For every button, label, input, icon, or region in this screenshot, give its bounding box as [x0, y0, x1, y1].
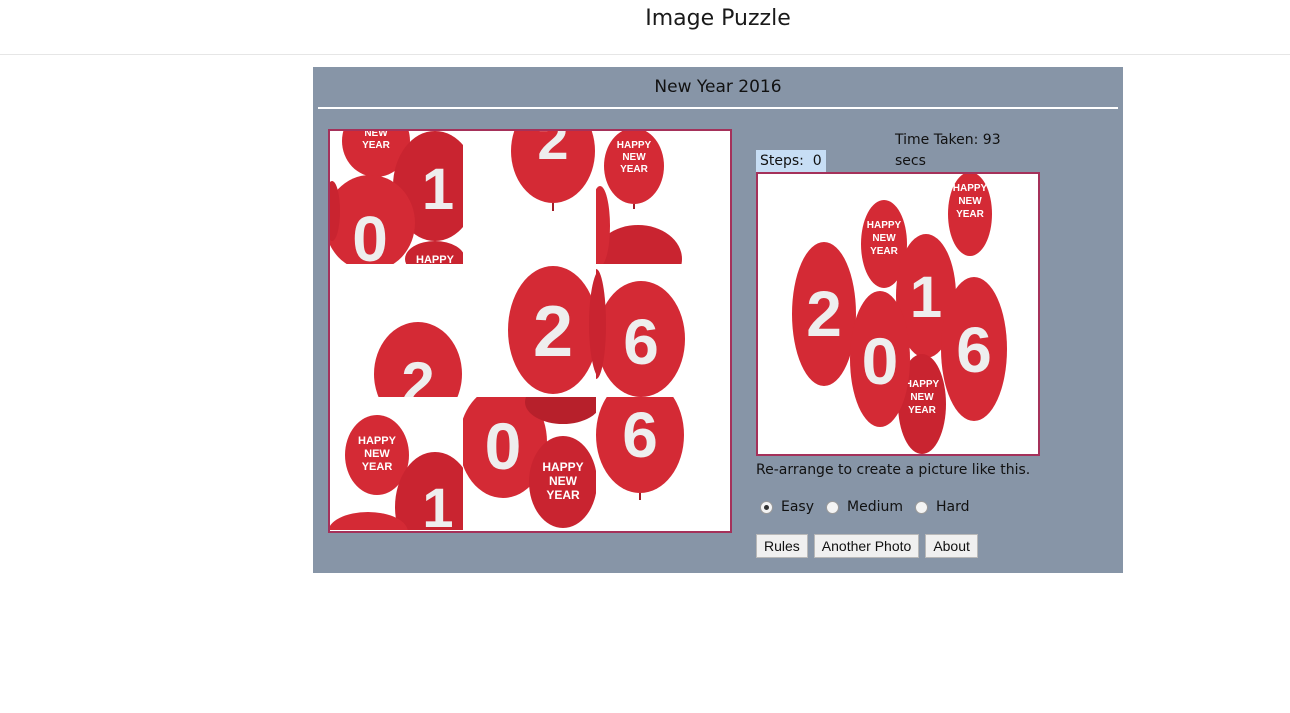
- balloon-text: 1: [422, 476, 453, 530]
- balloon-text: YEAR: [956, 209, 985, 220]
- balloon-text: HAPPY: [542, 460, 583, 474]
- puzzle-tile[interactable]: 2: [463, 131, 596, 264]
- balloon-text: 6: [623, 306, 659, 378]
- balloon-text: 0: [862, 324, 899, 398]
- balloon-text: 2: [533, 292, 573, 372]
- hard-radio[interactable]: [915, 500, 928, 514]
- balloon-text: YEAR: [908, 405, 937, 416]
- puzzle-tile[interactable]: HAPPY NEW YEAR: [596, 131, 729, 264]
- puzzle-tile[interactable]: 6: [596, 397, 729, 530]
- balloon-text: 1: [910, 265, 942, 330]
- balloon-text: YEAR: [620, 164, 649, 175]
- balloon-text: 0: [352, 203, 388, 264]
- balloon-text: HAPPY: [416, 254, 455, 264]
- puzzle-tile[interactable]: 2: [330, 264, 463, 397]
- balloon-text: NEW: [622, 152, 646, 163]
- about-button[interactable]: About: [925, 534, 978, 558]
- medium-label: Medium: [847, 499, 903, 515]
- balloon-text: 1: [422, 157, 454, 222]
- balloon-text: 6: [956, 314, 992, 386]
- difficulty-selector: Easy Medium Hard: [756, 499, 978, 515]
- balloon-text: YEAR: [362, 140, 391, 151]
- puzzle-tile[interactable]: NEW YEAR 1 0 HAPPY: [330, 131, 463, 264]
- balloon-text: NEW: [872, 233, 896, 244]
- instruction-text: Re-arrange to create a picture like this…: [756, 462, 1031, 478]
- puzzle-tile[interactable]: 6: [596, 264, 729, 397]
- balloon-text: 2: [401, 350, 434, 397]
- medium-radio[interactable]: [826, 500, 840, 514]
- balloon-text: YEAR: [546, 488, 580, 502]
- balloon-text: NEW: [364, 448, 390, 460]
- balloon-text: NEW: [364, 131, 388, 139]
- balloon-text: 2: [537, 131, 568, 171]
- steps-counter: Steps: 0: [756, 150, 826, 172]
- balloon-text: YEAR: [870, 246, 899, 257]
- easy-label: Easy: [781, 499, 815, 515]
- another-photo-button[interactable]: Another Photo: [813, 534, 920, 558]
- easy-radio[interactable]: [760, 500, 773, 514]
- balloon-text: 2: [806, 278, 842, 350]
- puzzle-title: New Year 2016: [654, 77, 782, 97]
- divider: [318, 107, 1118, 109]
- puzzle-panel: New Year 2016 NEW YEAR 1 0 HAPPY 2 HAPPY…: [313, 67, 1123, 573]
- puzzle-tile[interactable]: HAPPY NEW YEAR 1: [330, 397, 463, 530]
- balloon-text: 6: [622, 399, 658, 471]
- reference-image: HAPPY NEW YEAR HAPPY NEW YEAR 1 2 6 HAPP…: [756, 172, 1040, 456]
- balloon-text: HAPPY: [358, 435, 397, 447]
- puzzle-tile[interactable]: 2: [463, 264, 596, 397]
- header: Image Puzzle: [0, 0, 1290, 55]
- balloon-text: NEW: [958, 196, 982, 207]
- action-buttons: Rules Another Photo About: [756, 534, 978, 558]
- balloon-text: HAPPY: [953, 183, 988, 194]
- hard-label: Hard: [936, 499, 970, 515]
- balloon-text: YEAR: [362, 461, 393, 473]
- balloon-text: HAPPY: [905, 379, 940, 390]
- balloon-text: HAPPY: [617, 140, 652, 151]
- puzzle-board: NEW YEAR 1 0 HAPPY 2 HAPPY NEW YEAR 2 2 …: [328, 129, 732, 533]
- app-title: Image Puzzle: [645, 6, 791, 31]
- balloon-text: 0: [485, 409, 522, 483]
- balloon-text: HAPPY: [867, 220, 902, 231]
- rules-button[interactable]: Rules: [756, 534, 808, 558]
- balloon-text: NEW: [549, 474, 578, 488]
- steps-value: 0: [812, 153, 822, 169]
- puzzle-tile[interactable]: 0 HAPPY NEW YEAR: [463, 397, 596, 530]
- time-taken: Time Taken: 93 secs: [895, 132, 1001, 169]
- steps-label: Steps:: [760, 153, 804, 169]
- balloon-text: NEW: [910, 392, 934, 403]
